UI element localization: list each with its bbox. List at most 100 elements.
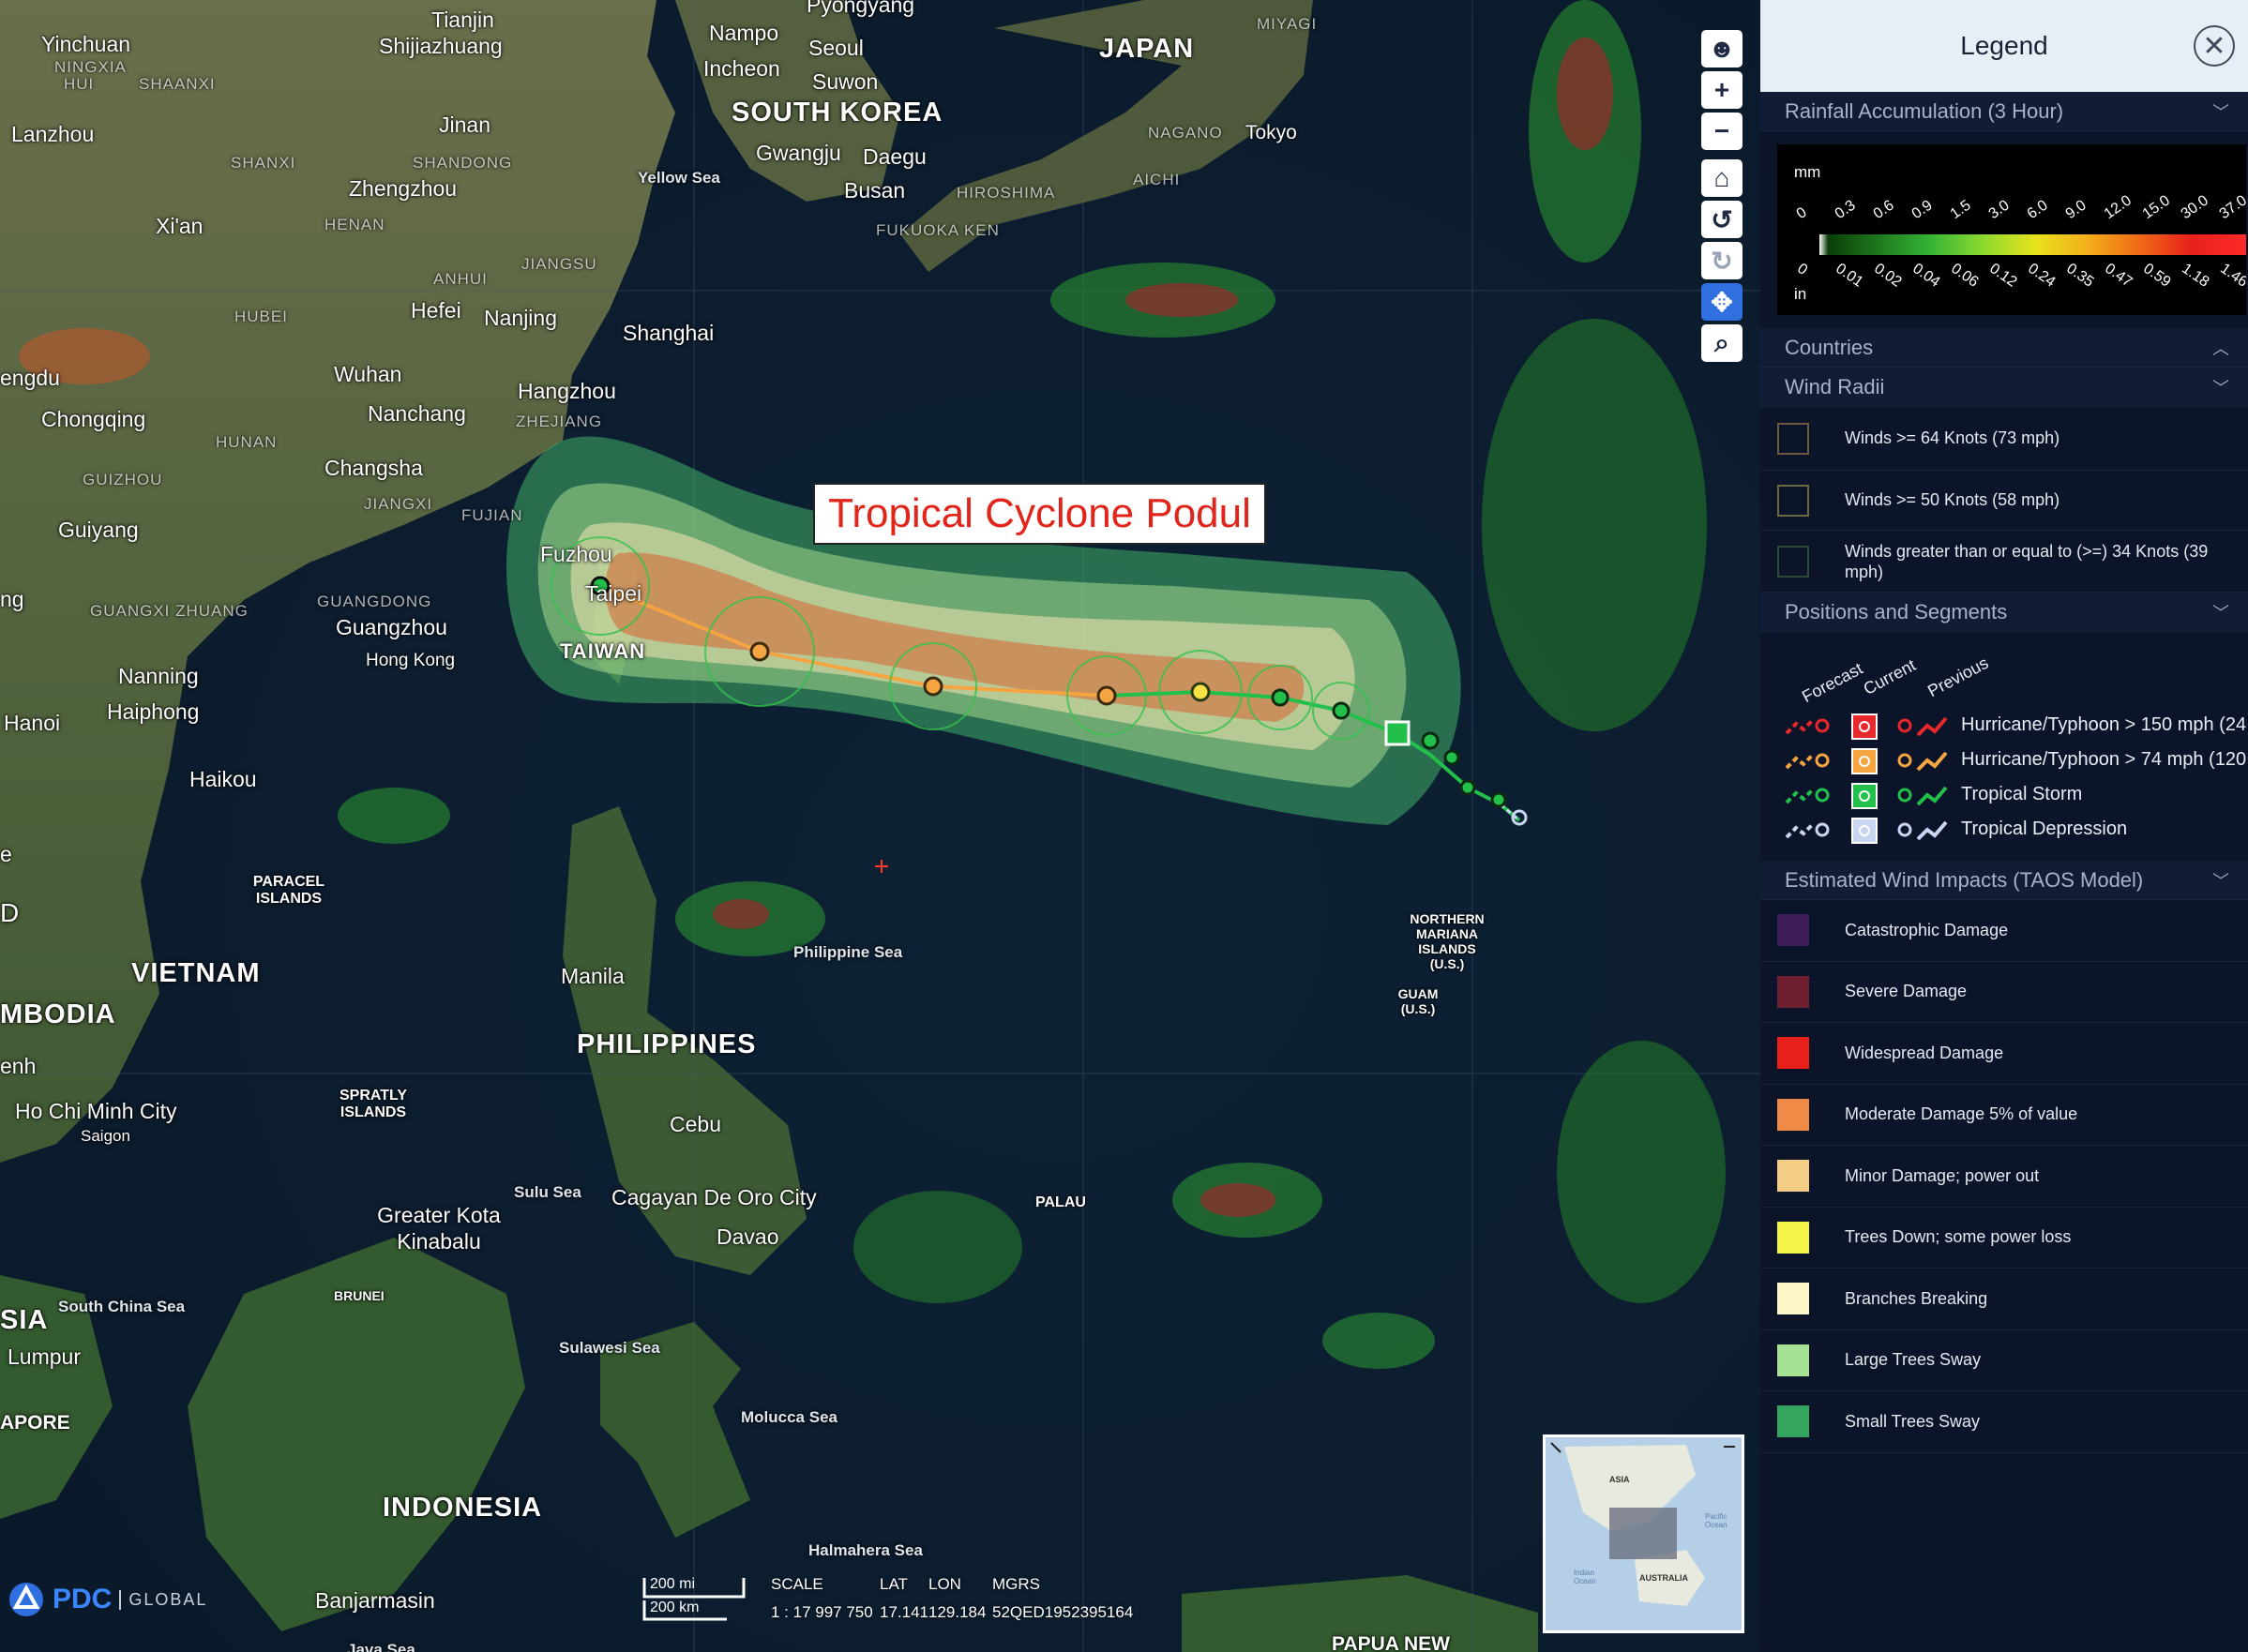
section-positions[interactable]: Positions and Segments ﹀ bbox=[1760, 593, 2248, 632]
label-city: Guangzhou bbox=[336, 615, 447, 639]
overview-label-asia: ASIA bbox=[1609, 1475, 1630, 1484]
rain-tick-mm: 6.0 bbox=[2024, 197, 2051, 223]
zoom-box-icon[interactable]: ⌕ bbox=[1701, 324, 1743, 362]
rain-tick-in: 0.24 bbox=[2025, 261, 2059, 291]
label-city: Busan bbox=[844, 178, 906, 203]
label-city: Jinan bbox=[439, 113, 490, 137]
wind-radii-item: Winds greater than or equal to (>=) 34 K… bbox=[1760, 531, 2248, 593]
scale-bar: 200 mi 200 km bbox=[642, 1576, 747, 1623]
wind-label: Winds greater than or equal to (>=) 34 K… bbox=[1845, 541, 2209, 581]
position-label: Tropical Storm bbox=[1961, 784, 2083, 804]
legend-panel: Legend ✕ Rainfall Accumulation (3 Hour) … bbox=[1760, 0, 2248, 1652]
label-region: HUI bbox=[64, 75, 95, 93]
rain-tick-mm: 0.6 bbox=[1870, 197, 1897, 223]
taos-label: Moderate Damage 5% of value bbox=[1845, 1104, 2078, 1124]
rain-tick-mm: 37.0 bbox=[2216, 192, 2246, 223]
rain-tick-mm: 15.0 bbox=[2139, 192, 2173, 223]
label-city: Manila bbox=[561, 964, 625, 988]
rain-tick-in: 1.46 bbox=[2217, 261, 2246, 291]
taos-label: Catastrophic Damage bbox=[1845, 920, 2009, 939]
wind-swatch bbox=[1777, 484, 1809, 517]
section-rainfall[interactable]: Rainfall Accumulation (3 Hour) ﹀ bbox=[1760, 92, 2248, 131]
label-indonesia: INDONESIA bbox=[383, 1493, 543, 1523]
label-region: GUANGDONG bbox=[317, 593, 432, 610]
pdc-brand: PDC GLOBAL bbox=[8, 1581, 207, 1618]
section-title: Positions and Segments bbox=[1785, 599, 2008, 623]
label-city: Gwangju bbox=[756, 141, 841, 165]
taos-swatch bbox=[1777, 914, 1809, 947]
map-canvas[interactable] bbox=[0, 0, 1760, 1652]
rotate-left-icon[interactable]: ↺ bbox=[1701, 201, 1743, 238]
section-countries[interactable]: Countries ︿ bbox=[1760, 328, 2248, 368]
taos-swatch bbox=[1777, 1160, 1809, 1193]
taos-label: Small Trees Sway bbox=[1845, 1411, 1981, 1431]
label-city: Hanoi bbox=[4, 711, 61, 735]
scale-label: SCALE bbox=[771, 1575, 823, 1593]
taos-item: Minor Damage; power out bbox=[1760, 1146, 2248, 1208]
lon-label: LON bbox=[928, 1575, 961, 1593]
label-city: Cagayan De Oro City bbox=[611, 1185, 817, 1209]
position-symbols bbox=[1785, 748, 1948, 774]
scale-km: 200 km bbox=[650, 1599, 700, 1615]
overview-viewport[interactable] bbox=[1609, 1508, 1677, 1559]
pan-icon[interactable]: ✥ bbox=[1701, 283, 1743, 321]
scale-value: 1 : 17 997 750 bbox=[771, 1603, 873, 1621]
position-symbols bbox=[1785, 783, 1948, 809]
taos-label: Branches Breaking bbox=[1845, 1288, 1988, 1308]
label-city: Hong Kong bbox=[366, 651, 456, 670]
section-title: Countries bbox=[1785, 335, 1874, 359]
mgrs-label: MGRS bbox=[992, 1575, 1040, 1593]
col-forecast: Forecast bbox=[1799, 658, 1866, 707]
label-city: Incheon bbox=[703, 56, 780, 81]
chevron-up-icon: ︿ bbox=[2212, 338, 2229, 358]
section-wind-radii[interactable]: Wind Radii ﹀ bbox=[1760, 368, 2248, 407]
taos-swatch bbox=[1777, 1283, 1809, 1315]
chevron-down-icon: ﹀ bbox=[2212, 871, 2229, 891]
taos-label: Trees Down; some power loss bbox=[1845, 1227, 2072, 1247]
positions-legend: Forecast Current Previous Hurricane/Typh… bbox=[1760, 632, 2248, 857]
wind-radii-item: Winds >= 50 Knots (58 mph) bbox=[1760, 471, 2248, 531]
position-legend-row: Tropical Depression bbox=[1760, 815, 2248, 845]
label-city: Yinchuan bbox=[41, 32, 131, 56]
rain-tick-mm: 0.9 bbox=[1909, 197, 1936, 223]
rain-tick-mm: 30.0 bbox=[2178, 192, 2211, 223]
rotate-right-icon[interactable]: ↻ bbox=[1701, 242, 1743, 279]
zoom-in-icon[interactable]: + bbox=[1701, 71, 1743, 109]
wind-radii-item: Winds >= 64 Knots (73 mph) bbox=[1760, 407, 2248, 471]
label-city: Suwon bbox=[812, 69, 879, 94]
map-view[interactable]: JAPAN SOUTH KOREA VIETNAM PHILIPPINES IN… bbox=[0, 0, 1760, 1652]
label-city: Shijiazhuang bbox=[379, 34, 503, 58]
position-legend-row: Tropical Storm bbox=[1760, 780, 2248, 810]
lon-value: 129.184 bbox=[928, 1603, 987, 1621]
rain-unit-mm: mm bbox=[1794, 163, 1821, 181]
label-city: Lumpur bbox=[8, 1344, 81, 1369]
brand-suffix: GLOBAL bbox=[119, 1589, 207, 1610]
overview-map[interactable]: ASIA AUSTRALIA Pacific Ocean Indian Ocea… bbox=[1543, 1434, 1744, 1633]
taos-item: Branches Breaking bbox=[1760, 1269, 2248, 1330]
map-toolbar: ☻ + − ⌂ ↺ ↻ ✥ ⌕ bbox=[1701, 30, 1743, 366]
home-icon[interactable]: ⌂ bbox=[1701, 159, 1743, 197]
taos-item: Widespread Damage bbox=[1760, 1023, 2248, 1085]
label-region: NAGANO bbox=[1148, 124, 1223, 142]
taos-swatch bbox=[1777, 1037, 1809, 1070]
label-island: PALAU bbox=[1035, 1194, 1086, 1210]
rain-tick-in: 0.06 bbox=[1948, 261, 1982, 291]
label-sea: Sulawesi Sea bbox=[559, 1339, 660, 1357]
legend-title: Legend bbox=[1960, 31, 2048, 60]
rain-tick-mm: 12.0 bbox=[2101, 192, 2135, 223]
position-symbols bbox=[1785, 713, 1948, 740]
label-city: Davao bbox=[717, 1224, 779, 1249]
label-city: Seoul bbox=[808, 36, 864, 60]
taos-swatch bbox=[1777, 1405, 1809, 1438]
label-city: Hangzhou bbox=[518, 379, 616, 403]
lat-value: 17.141 bbox=[880, 1603, 928, 1621]
position-label: Hurricane/Typhoon > 74 mph (120 bbox=[1961, 749, 2247, 770]
zoom-out-icon[interactable]: − bbox=[1701, 113, 1743, 150]
person-icon[interactable]: ☻ bbox=[1701, 30, 1743, 68]
section-taos[interactable]: Estimated Wind Impacts (TAOS Model) ﹀ bbox=[1760, 861, 2248, 900]
label-island: SPRATLY ISLANDS bbox=[339, 1088, 407, 1120]
overview-label-pacific: Pacific Ocean bbox=[1705, 1512, 1727, 1529]
close-icon[interactable]: ✕ bbox=[2194, 25, 2235, 67]
label-city: engdu bbox=[0, 366, 60, 390]
label-region: AICHI bbox=[1133, 171, 1181, 188]
